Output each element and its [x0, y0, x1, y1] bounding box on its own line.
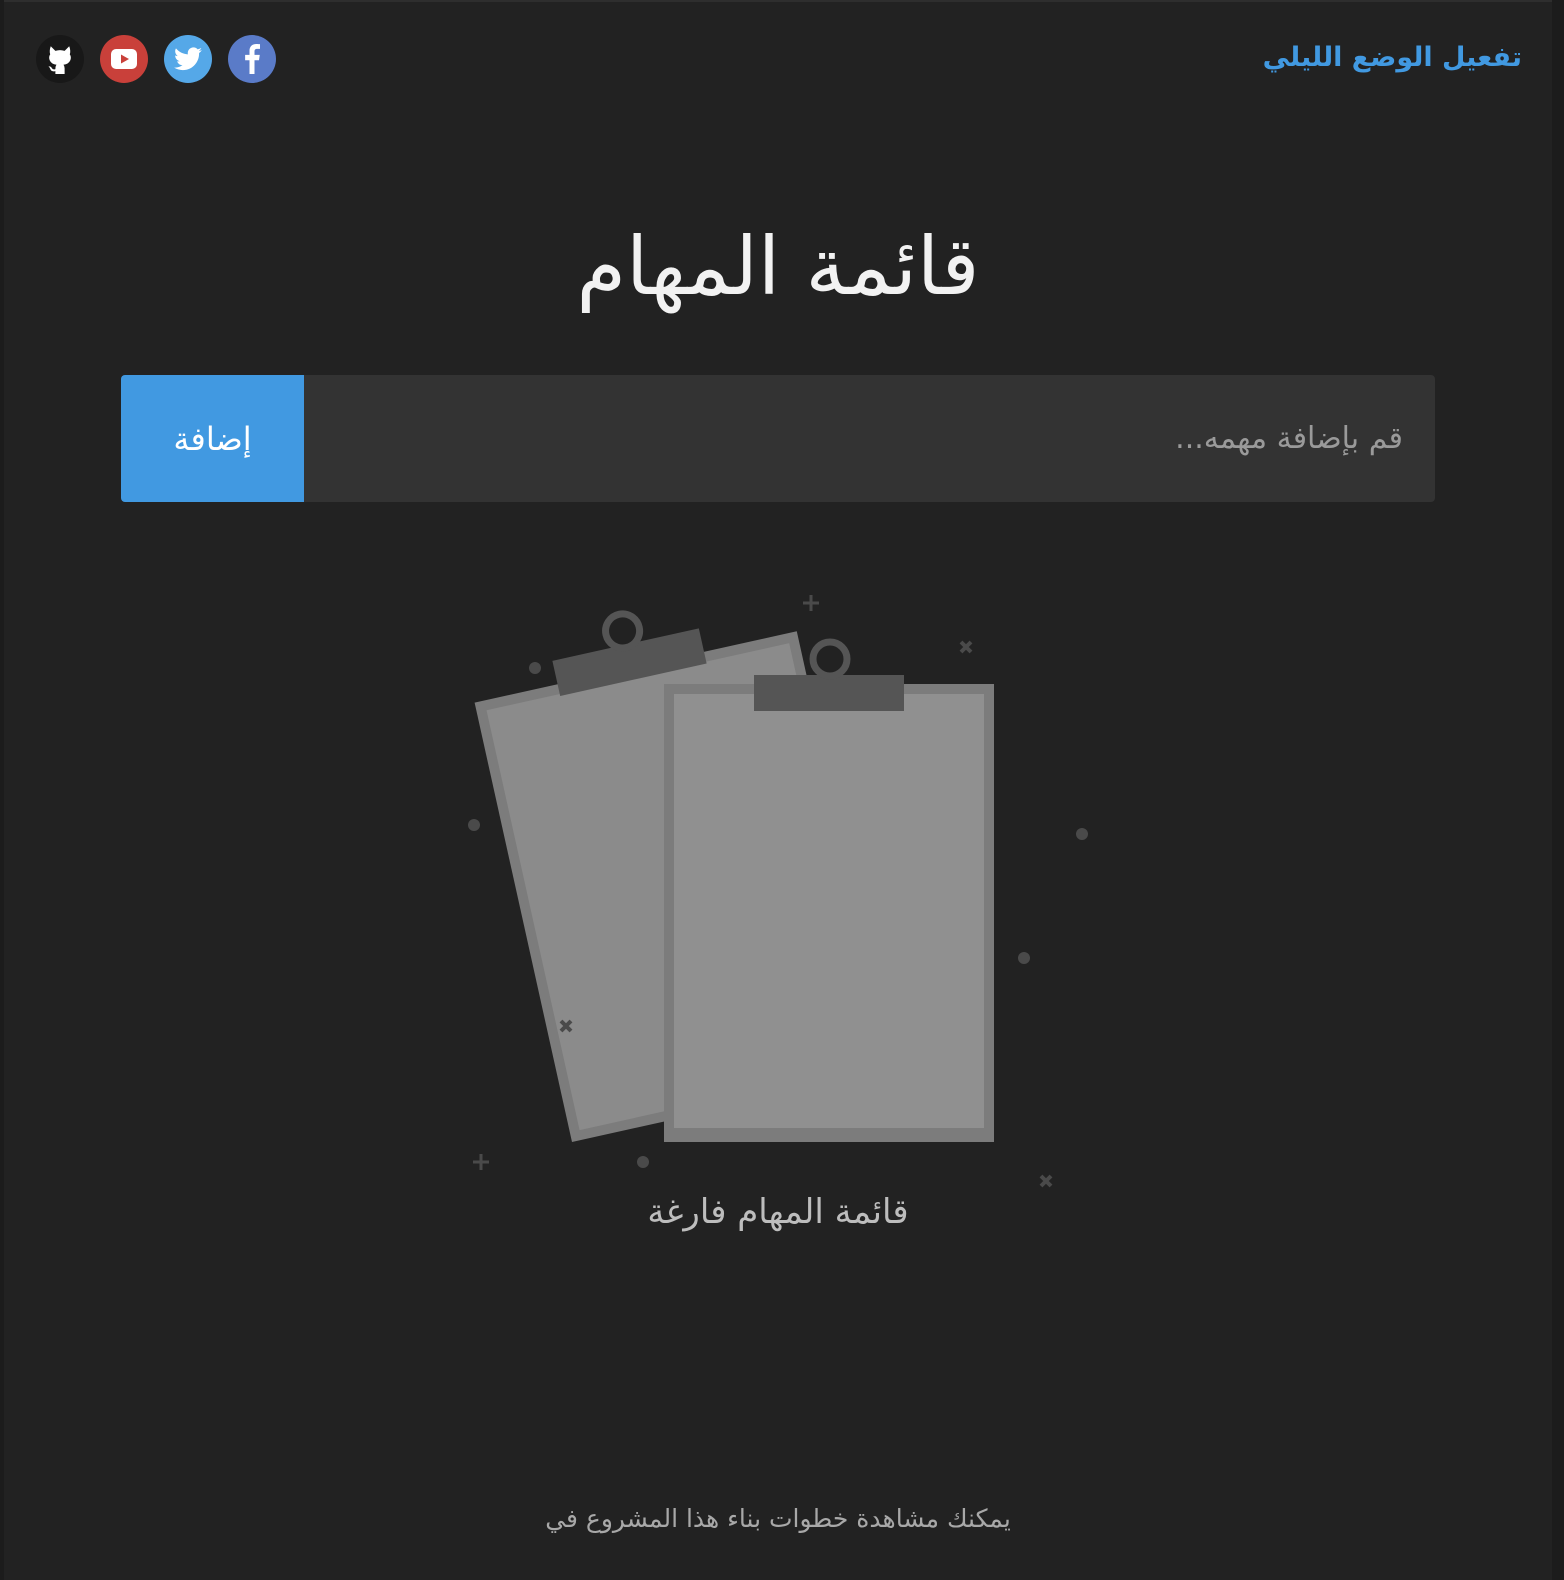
app-page: تفعيل الوضع الليلي قائمة المهام إضافة قم… [4, 0, 1552, 1580]
empty-clipboards-icon [468, 595, 1088, 1188]
footer-text: يمكنك مشاهدة خطوات بناء هذا المشروع في [545, 1504, 1011, 1533]
empty-list-message: قائمة المهام فارغة [647, 1192, 909, 1232]
